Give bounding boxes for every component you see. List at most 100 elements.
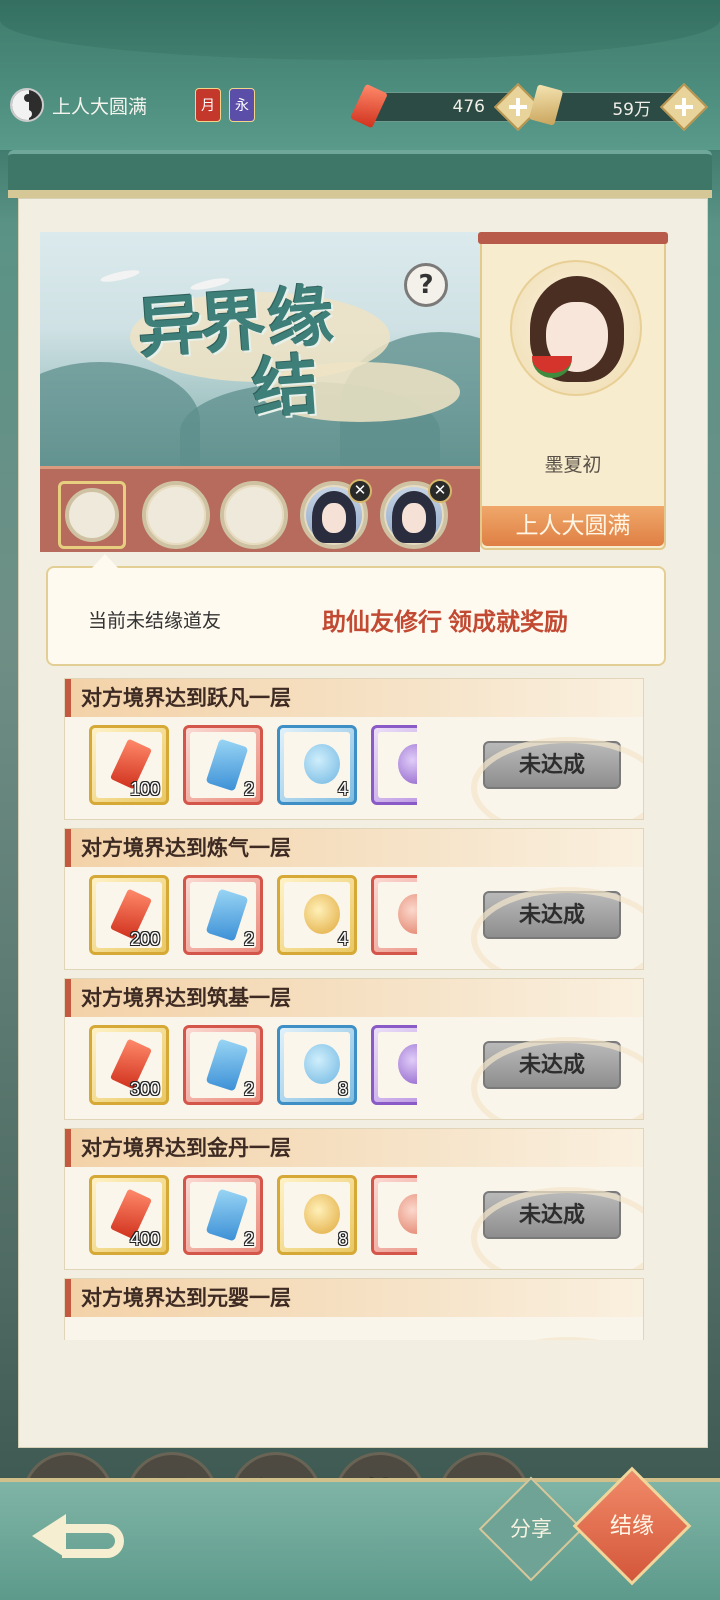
reward-quantity: 2: [243, 929, 254, 949]
reward-item[interactable]: [371, 875, 417, 955]
blue-crystal-icon: [205, 738, 249, 792]
reward-slogan: 助仙友修行 领成就奖励: [322, 610, 568, 636]
reward-quantity: 2: [243, 1229, 254, 1249]
help-button[interactable]: ?: [404, 263, 448, 307]
reward-quantity: 200: [129, 929, 160, 949]
crane-decoration: [99, 267, 141, 285]
reward-quantity: 2: [243, 779, 254, 799]
panel-frame-top: [8, 150, 712, 198]
reward-item[interactable]: 2: [183, 875, 263, 955]
partner-card[interactable]: 墨夏初 上人大圆满: [478, 232, 668, 550]
jade-amount: 476: [452, 97, 485, 117]
back-arrow-icon: [32, 1514, 66, 1558]
mini-face: [402, 503, 426, 533]
blue-crystal-icon: [205, 1038, 249, 1092]
mini-face: [322, 503, 346, 533]
blue-crystal-icon: [205, 1188, 249, 1242]
reward-item[interactable]: 2: [183, 1025, 263, 1105]
reward-item[interactable]: [371, 1175, 417, 1255]
task-title: 对方境界达到元婴一层: [65, 1279, 643, 1317]
reward-item[interactable]: 400: [89, 1175, 169, 1255]
yin-yang-icon[interactable]: [10, 88, 44, 122]
monthly-card-badge[interactable]: 月: [195, 88, 222, 122]
cultivation-realm: 上人大圆满: [52, 96, 148, 118]
partner-slot-2[interactable]: [142, 481, 210, 549]
task-row: 对方境界达到炼气一层 200 2 4 未达成: [64, 828, 644, 970]
reward-quantity: 100: [129, 779, 160, 799]
card-top-trim: [478, 232, 668, 244]
reward-item[interactable]: 4: [277, 875, 357, 955]
reward-quantity: 300: [129, 1079, 160, 1099]
reward-frame: [378, 732, 417, 798]
task-row: 对方境界达到筑基一层 300 2 8 未达成: [64, 978, 644, 1120]
task-title: 对方境界达到筑基一层: [65, 979, 643, 1017]
reward-item[interactable]: 8: [277, 1175, 357, 1255]
reward-quantity: 4: [337, 929, 348, 949]
title-char: 异: [135, 285, 203, 368]
remove-slot-icon[interactable]: ✕: [348, 479, 372, 503]
reward-quantity: 400: [129, 1229, 160, 1249]
task-row: 对方境界达到元婴一层: [64, 1278, 644, 1340]
back-arrow-tail: [62, 1524, 124, 1558]
reward-list: 100 2 4: [89, 725, 417, 805]
reward-frame: [378, 882, 417, 948]
reward-item[interactable]: 300: [89, 1025, 169, 1105]
reward-item[interactable]: [371, 1025, 417, 1105]
partner-avatar: [510, 260, 642, 396]
reward-list: 300 2 8: [89, 1025, 417, 1105]
partner-slots: ✕ ✕: [40, 466, 480, 552]
task-list[interactable]: 对方境界达到跃凡一层 100 2 4 未达成 对方境界达到炼气一层 200 2 4 未达成 对方境界…: [64, 678, 644, 1340]
reward-item[interactable]: 2: [183, 725, 263, 805]
claim-status-button[interactable]: 未达成: [483, 741, 621, 789]
blue-gourd-icon: [304, 1044, 340, 1084]
reward-item[interactable]: 8: [277, 1025, 357, 1105]
reward-item[interactable]: 100: [89, 725, 169, 805]
task-row: 对方境界达到金丹一层 400 2 8 未达成: [64, 1128, 644, 1270]
partner-slot-3[interactable]: [220, 481, 288, 549]
task-title: 对方境界达到炼气一层: [65, 829, 643, 867]
partner-slot-5[interactable]: ✕: [380, 479, 452, 549]
share-button[interactable]: 分享: [494, 1492, 568, 1566]
tip-arrow: [92, 554, 118, 568]
purple-gourd-icon: [398, 1044, 417, 1084]
partner-slot-4[interactable]: ✕: [300, 479, 372, 549]
permanent-card-badge[interactable]: 永: [229, 88, 256, 122]
claim-status-button[interactable]: 未达成: [483, 1191, 621, 1239]
red-gourd-icon: [398, 894, 417, 934]
title-char: 界: [196, 281, 265, 364]
bond-button[interactable]: 结缘: [590, 1484, 674, 1568]
reward-item[interactable]: 4: [277, 725, 357, 805]
reward-list: 400 2 8: [89, 1175, 417, 1255]
red-gourd-icon: [398, 1194, 417, 1234]
gold-gourd-icon: [304, 894, 340, 934]
blue-crystal-icon: [205, 888, 249, 942]
reward-quantity: 8: [337, 1079, 348, 1099]
reward-quantity: 2: [243, 1079, 254, 1099]
event-title: 异界缘 结: [135, 276, 336, 430]
back-button[interactable]: [22, 1486, 132, 1576]
remove-slot-icon[interactable]: ✕: [428, 479, 452, 503]
user-info: 上人大圆满 月 永: [10, 88, 256, 122]
reward-item[interactable]: 2: [183, 1175, 263, 1255]
scroll-currency: 59万: [528, 82, 709, 132]
blue-gourd-icon: [304, 744, 340, 784]
partner-name: 墨夏初: [544, 455, 602, 476]
task-title: 对方境界达到金丹一层: [65, 1129, 643, 1167]
reward-list: [89, 1325, 417, 1340]
reward-list: 200 2 4: [89, 875, 417, 955]
reward-quantity: 8: [337, 1229, 348, 1249]
reward-item[interactable]: 200: [89, 875, 169, 955]
task-title: 对方境界达到跃凡一层: [65, 679, 643, 717]
task-row: 对方境界达到跃凡一层 100 2 4 未达成: [64, 678, 644, 820]
gold-gourd-icon: [304, 1194, 340, 1234]
partner-realm: 上人大圆满: [482, 506, 664, 546]
partner-slot-1[interactable]: [58, 481, 126, 549]
title-char: 缘: [264, 276, 333, 359]
reward-frame: [378, 1182, 417, 1248]
tip-box: 当前未结缘道友 助仙友修行 领成就奖励: [46, 554, 666, 666]
claim-status-button[interactable]: 未达成: [483, 1041, 621, 1089]
scroll-amount: 59万: [612, 99, 651, 120]
current-status-text: 当前未结缘道友: [88, 611, 222, 632]
reward-item[interactable]: [371, 725, 417, 805]
claim-status-button[interactable]: 未达成: [483, 891, 621, 939]
